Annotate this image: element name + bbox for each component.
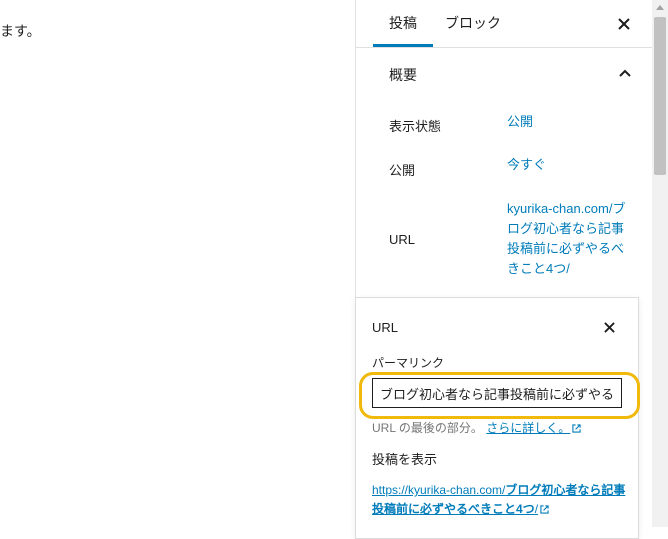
close-popover-button[interactable]: [600, 318, 618, 336]
summary-panel-title: 概要: [389, 67, 417, 83]
chevron-up-icon[interactable]: [618, 66, 632, 80]
scrollbar-thumb[interactable]: [654, 17, 666, 175]
permalink-help: URL の最後の部分。 さらに詳しく。: [372, 419, 581, 436]
external-link-icon: [572, 424, 581, 433]
permalink-slug-input[interactable]: [372, 378, 622, 408]
sidebar-tabs: 投稿 ブロック: [356, 0, 653, 48]
tab-post[interactable]: 投稿: [373, 0, 433, 47]
summary-panel-header[interactable]: 概要: [373, 48, 653, 98]
publish-value-link[interactable]: 今すぐ: [507, 155, 546, 175]
url-label: URL: [389, 232, 416, 247]
close-icon: [603, 321, 615, 333]
tab-block[interactable]: ブロック: [429, 0, 517, 47]
view-post-link[interactable]: https://kyurika-chan.com/ブログ初心者なら記事投稿前に必…: [372, 481, 627, 519]
permalink-label: パーマリンク: [372, 356, 445, 370]
url-popover: URL パーマリンク URL の最後の部分。 さらに詳しく。 投稿を表示 htt…: [355, 297, 640, 539]
close-icon: [618, 18, 630, 30]
permalink-help-text: URL の最後の部分。: [372, 421, 483, 435]
view-post-label: 投稿を表示: [372, 452, 438, 467]
publish-label: 公開: [389, 163, 416, 178]
visibility-value-link[interactable]: 公開: [507, 112, 533, 132]
external-link-icon: [540, 505, 549, 514]
scroll-up-arrow[interactable]: [656, 5, 664, 10]
editor-body-text[interactable]: ます。: [0, 21, 41, 41]
view-link-base: https://kyurika-chan.com/: [372, 483, 506, 497]
learn-more-link-label: さらに詳しく。: [486, 421, 571, 435]
visibility-label: 表示状態: [389, 119, 442, 134]
view-link-trail: /: [534, 502, 539, 516]
url-value-link[interactable]: kyurika-chan.com/ブログ初心者なら記事投稿前に必ずやるべきこと4…: [507, 199, 632, 279]
close-sidebar-button[interactable]: [614, 14, 634, 34]
url-popover-title: URL: [372, 320, 399, 335]
learn-more-link[interactable]: さらに詳しく。: [486, 421, 581, 435]
scrollbar[interactable]: [652, 0, 668, 527]
